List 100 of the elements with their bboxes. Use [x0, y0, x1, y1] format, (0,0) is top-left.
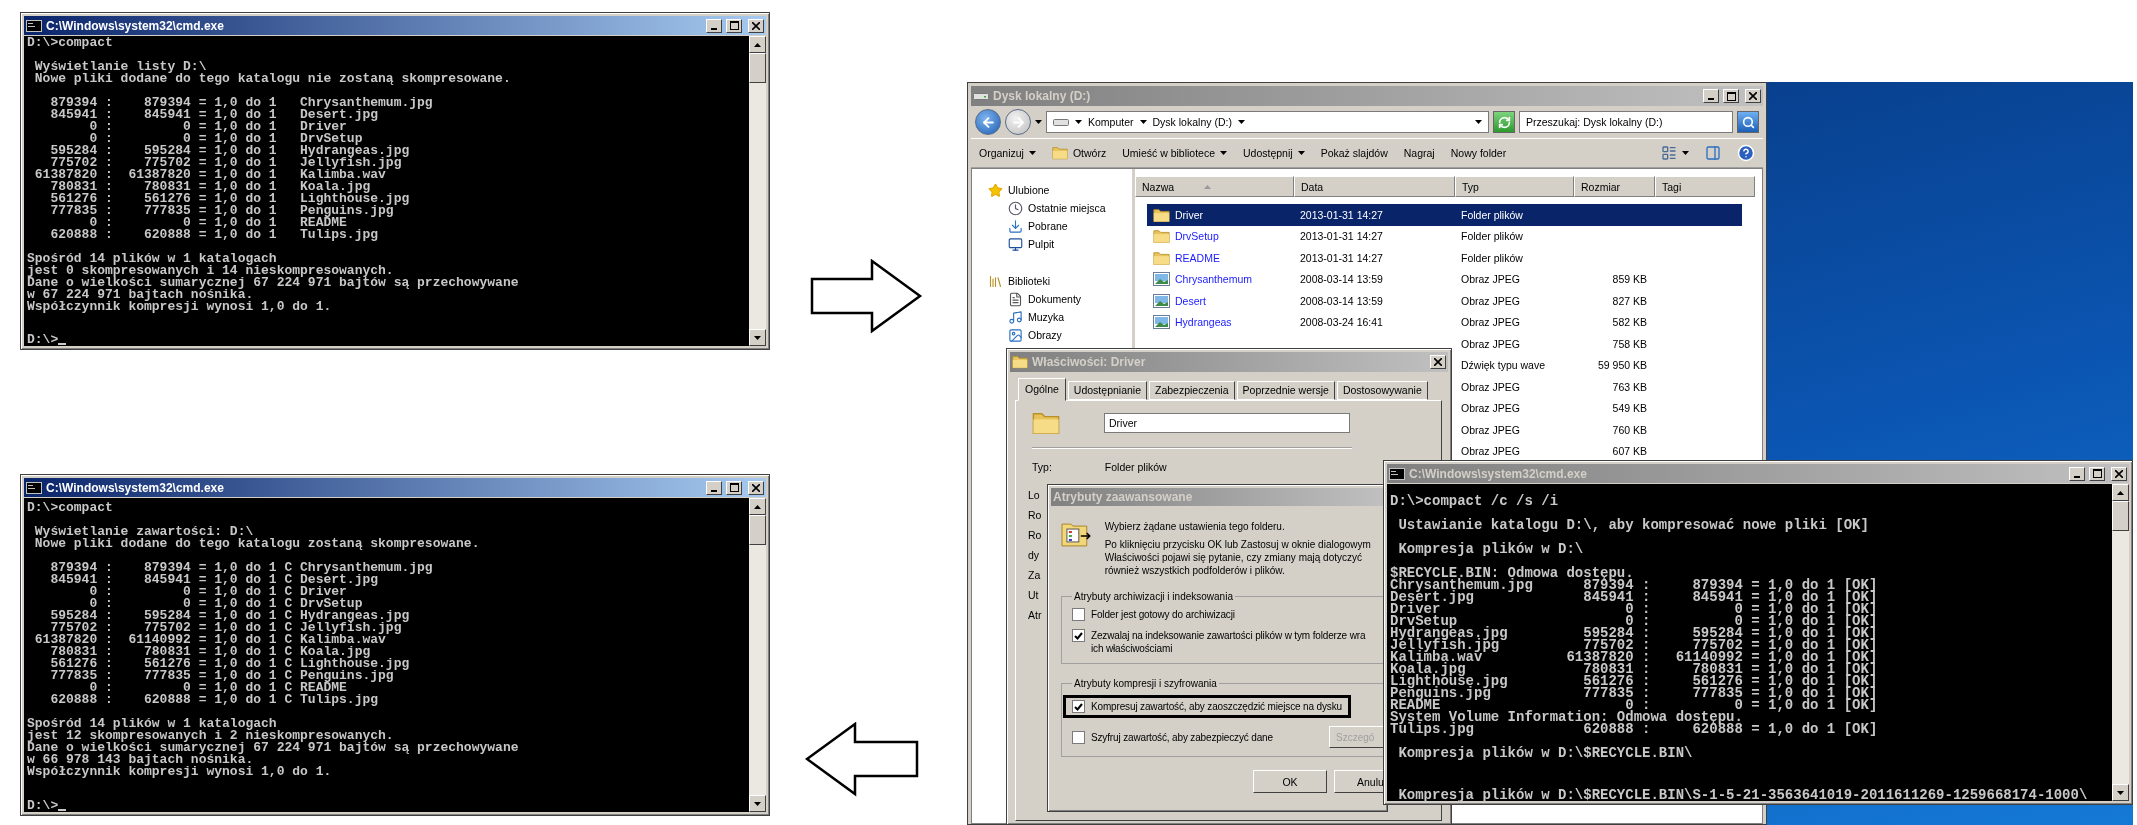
maximize-button[interactable]	[2089, 466, 2105, 481]
nav-item[interactable]: Pobrane	[1028, 220, 1068, 232]
console-line: D:\>compact	[27, 502, 113, 514]
scroll-thumb[interactable]	[2112, 501, 2129, 531]
search-field[interactable]: Przeszukaj: Dysk lokalny (D:)	[1519, 111, 1733, 133]
file-row[interactable]: Desert 2008-03-14 13:59 Obraz JPEG 827 KB	[1147, 290, 1742, 312]
minimize-button[interactable]	[706, 18, 722, 33]
tab[interactable]: Poprzednie wersje	[1236, 381, 1335, 400]
refresh-button[interactable]	[1493, 111, 1515, 133]
dialog-button[interactable]: OK	[1253, 770, 1327, 793]
name-field[interactable]: Driver	[1104, 412, 1350, 433]
field-label: dy	[1028, 548, 1040, 561]
nav-item[interactable]: Obrazy	[1028, 329, 1062, 341]
image-file-icon	[1153, 293, 1170, 308]
scroll-down-button[interactable]	[2112, 784, 2129, 801]
scroll-up-button[interactable]	[749, 498, 766, 515]
help-button[interactable]	[1737, 144, 1755, 162]
scrollbar[interactable]	[749, 36, 766, 346]
checkbox[interactable]	[1072, 608, 1085, 621]
nav-item[interactable]: Dokumenty	[1028, 293, 1082, 305]
dialog-button[interactable]: Anulu	[1334, 770, 1384, 793]
view-button[interactable]	[1661, 145, 1689, 161]
maximize-icon	[1726, 91, 1736, 101]
file-row[interactable]: DrvSetup 2013-01-31 14:27 Folder plików	[1147, 225, 1742, 247]
folder-icon	[1153, 250, 1170, 265]
clock-icon	[1008, 200, 1023, 216]
tab[interactable]: Dostosowywanie	[1336, 381, 1428, 400]
tab[interactable]: Ogólne	[1018, 378, 1066, 401]
scroll-up-button[interactable]	[749, 36, 766, 53]
field-label: Lo	[1028, 488, 1040, 501]
scroll-thumb[interactable]	[749, 515, 766, 545]
console-line: D:\>	[27, 800, 59, 812]
minimize-button[interactable]	[706, 480, 722, 495]
column-header[interactable]: Nazwa	[1135, 176, 1294, 197]
file-type: Folder plików	[1461, 251, 1523, 264]
address-bar[interactable]: Komputer Dysk lokalny (D:)	[1046, 111, 1489, 133]
close-button[interactable]	[1745, 89, 1761, 103]
preview-pane-button[interactable]	[1705, 145, 1721, 161]
maximize-button[interactable]	[726, 480, 742, 495]
tab[interactable]: Zabezpieczenia	[1149, 381, 1235, 400]
close-icon	[752, 21, 760, 30]
file-row[interactable]: README 2013-01-31 14:27 Folder plików	[1147, 247, 1742, 269]
breadcrumb-item[interactable]: Dysk lokalny (D:)	[1152, 116, 1232, 128]
file-row[interactable]: Chrysanthemum 2008-03-14 13:59 Obraz JPEG 859 KB	[1147, 268, 1742, 290]
scrollbar[interactable]	[749, 498, 766, 812]
console-line: 777835 : 777835 = 1,0 do 1 C Penguins.jpg	[49, 670, 394, 682]
nav-item[interactable]: Ostatnie miejsca	[1028, 202, 1106, 214]
file-type: Obraz JPEG	[1461, 273, 1520, 286]
nav-item[interactable]: Muzyka	[1028, 311, 1065, 323]
console-line: 561276 : 561276 = 1,0 do 1 C Lighthouse.jpg	[49, 658, 410, 670]
back-button[interactable]	[975, 109, 1001, 135]
close-button[interactable]	[748, 18, 764, 33]
toolbar-button[interactable]: Organizuj	[979, 147, 1036, 159]
console-line: Chrysanthemum.jpg 879394 : 879394 = 1,0 do 1 [OK]	[1390, 579, 1878, 591]
nav-item[interactable]: Pulpit	[1028, 238, 1055, 250]
file-row[interactable]: Driver 2013-01-31 14:27 Folder plików	[1147, 204, 1742, 226]
drive-icon	[973, 91, 989, 101]
attributes-icon	[1061, 520, 1093, 548]
console-line: 0 : 0 = 1,0 do 1 README	[89, 217, 347, 229]
minimize-button[interactable]	[2069, 466, 2085, 481]
maximize-button[interactable]	[726, 18, 742, 33]
tab[interactable]: Udostępnianie	[1067, 381, 1147, 400]
console-line: 0 : 0 = 1,0 do 1 C README	[89, 682, 347, 694]
scrollbar[interactable]	[2112, 484, 2129, 801]
toolbar-button[interactable]: Udostępnij	[1243, 147, 1305, 159]
close-button[interactable]	[748, 480, 764, 495]
column-header[interactable]: Typ	[1455, 176, 1574, 197]
file-row[interactable]: Hydrangeas 2008-03-24 16:41 Obraz JPEG 582 KB	[1147, 311, 1742, 333]
minimize-button[interactable]	[1703, 89, 1719, 103]
console-line: jest 0 skompresowanych i 14 nieskompresowanych.	[27, 265, 394, 277]
checkbox[interactable]	[1072, 730, 1085, 744]
column-header[interactable]: Data	[1294, 176, 1455, 197]
maximize-button[interactable]	[1723, 89, 1739, 103]
close-button[interactable]	[2111, 466, 2127, 481]
minimize-icon	[1708, 98, 1714, 100]
folder-icon	[1051, 146, 1068, 160]
scroll-up-button[interactable]	[2112, 484, 2129, 501]
toolbar-button[interactable]: Umieść w bibliotece	[1122, 147, 1227, 159]
forward-button[interactable]	[1005, 109, 1031, 135]
scroll-down-button[interactable]	[749, 329, 766, 346]
nav-item[interactable]: Ulubione	[1008, 184, 1050, 196]
breadcrumb-item[interactable]: Komputer	[1088, 116, 1134, 128]
column-header[interactable]: Rozmiar	[1574, 176, 1655, 197]
scroll-down-button[interactable]	[749, 795, 766, 812]
toolbar-button[interactable]: Nowy folder	[1450, 147, 1507, 159]
toolbar-button[interactable]: Nagraj	[1403, 147, 1435, 159]
file-size: 549 KB	[1612, 402, 1647, 415]
folder-icon	[1153, 229, 1170, 244]
checkbox[interactable]	[1072, 700, 1085, 713]
toolbar-button[interactable]: Otwórz	[1051, 146, 1107, 160]
column-header[interactable]: Tagi	[1655, 176, 1755, 197]
close-button[interactable]	[1430, 355, 1446, 369]
search-button[interactable]	[1737, 111, 1759, 133]
checkbox[interactable]	[1072, 629, 1085, 642]
file-size: 763 KB	[1612, 380, 1647, 393]
nav-item[interactable]: Biblioteki	[1008, 275, 1051, 287]
scroll-down-icon	[754, 801, 761, 806]
scroll-thumb[interactable]	[749, 53, 766, 83]
toolbar-button[interactable]: Pokaż slajdów	[1320, 147, 1388, 159]
console-line: 61387820 : 61387820 = 1,0 do 1 Kalimba.wav	[33, 169, 386, 181]
